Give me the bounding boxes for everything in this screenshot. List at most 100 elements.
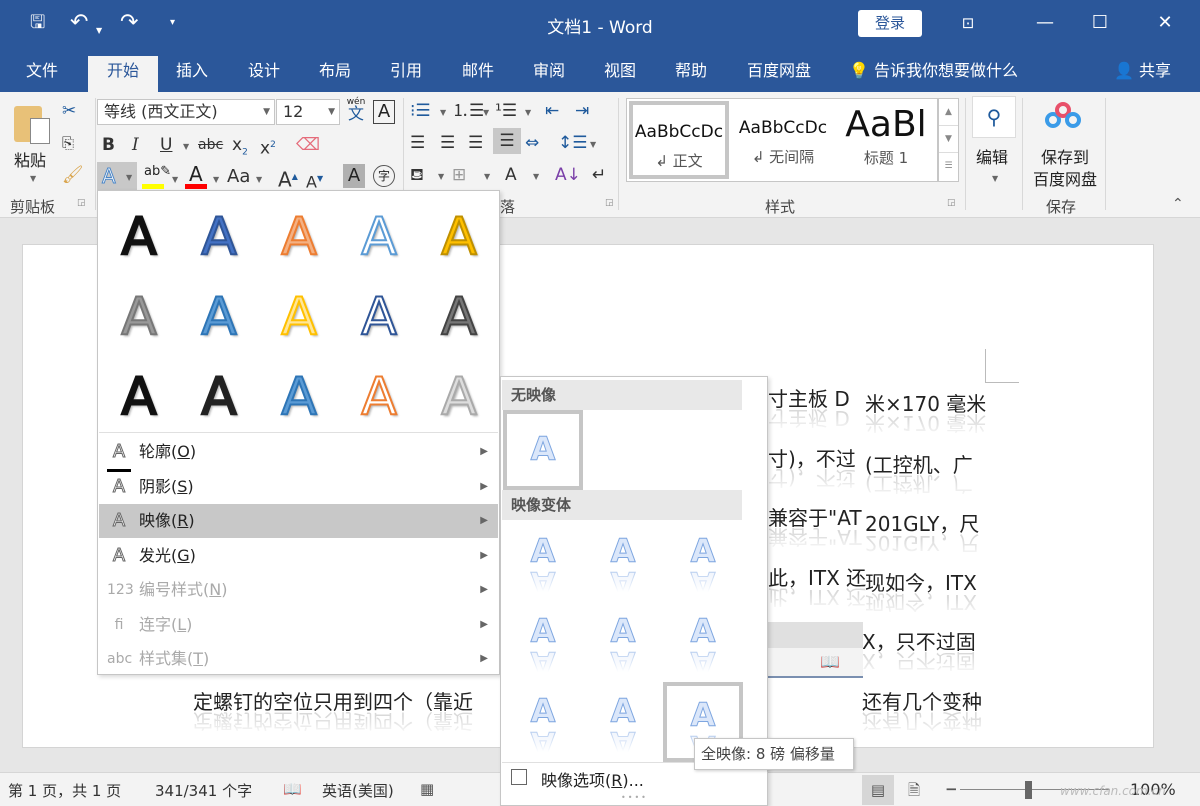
text-effect-style-6[interactable]: A xyxy=(99,277,179,357)
reflection-variant-8[interactable]: AA xyxy=(583,682,663,763)
multilevel-list-icon[interactable]: ¹☰ xyxy=(495,98,517,124)
numbering-dropdown-icon[interactable]: ▼ xyxy=(483,108,489,117)
sort-icon[interactable]: A↓ xyxy=(555,162,581,188)
word-count[interactable]: 341/341 个字 xyxy=(155,780,252,801)
menu-item-outline[interactable]: A 轮廓(O) ▶ xyxy=(99,435,498,472)
tab-help[interactable]: 帮助 xyxy=(661,56,721,92)
bold-icon[interactable]: B xyxy=(102,132,115,158)
underline-dropdown-icon[interactable]: ▼ xyxy=(183,142,189,151)
reflection-variant-3[interactable]: AA xyxy=(663,522,743,603)
numbering-icon[interactable]: ⒈☰ xyxy=(452,98,484,124)
align-left-icon[interactable]: ☰ xyxy=(410,130,425,156)
tab-layout[interactable]: 布局 xyxy=(305,56,365,92)
no-reflection-option[interactable]: A xyxy=(503,410,583,490)
style-heading-1[interactable]: AaBl 标题 1 xyxy=(835,101,937,179)
zoom-slider-thumb[interactable] xyxy=(1025,781,1032,799)
highlight-dropdown-icon[interactable]: ▼ xyxy=(172,175,178,184)
text-effect-style-14[interactable]: A xyxy=(339,357,419,437)
paragraph-launcher-icon[interactable]: ◲ xyxy=(605,198,614,208)
collapse-ribbon-icon[interactable]: ⌃ xyxy=(1172,196,1184,212)
tab-references[interactable]: 引用 xyxy=(376,56,436,92)
shrink-font-icon[interactable]: A▼ xyxy=(306,166,323,192)
tab-review[interactable]: 审阅 xyxy=(519,56,579,92)
language[interactable]: 英语(美国) xyxy=(322,780,394,801)
more-styles-icon[interactable]: ☰ xyxy=(939,153,958,180)
reflection-variant-6[interactable]: AA xyxy=(663,602,743,683)
proofing-icon[interactable]: 📖 xyxy=(283,780,302,798)
paste-label[interactable]: 粘贴 xyxy=(14,147,46,171)
enclose-characters-icon[interactable]: 字 xyxy=(373,165,395,187)
reflection-variant-7[interactable]: AA xyxy=(503,682,583,763)
text-effect-style-3[interactable]: A xyxy=(259,197,339,277)
resize-handle[interactable]: •••• xyxy=(621,793,648,802)
borders-dropdown-icon[interactable]: ▼ xyxy=(484,172,490,181)
search-icon[interactable]: ⚲ xyxy=(972,96,1016,138)
text-effect-style-5[interactable]: A xyxy=(419,197,499,277)
scroll-down-icon[interactable]: ▼ xyxy=(939,126,958,153)
tab-mailings[interactable]: 邮件 xyxy=(448,56,508,92)
maximize-button[interactable]: ☐ xyxy=(1085,10,1115,36)
bullets-dropdown-icon[interactable]: ▼ xyxy=(440,108,446,117)
highlight-color-button[interactable]: ab✎ xyxy=(142,164,171,190)
styles-launcher-icon[interactable]: ◲ xyxy=(947,198,956,208)
subscript-icon[interactable]: x2 xyxy=(232,132,248,158)
asian-layout-icon[interactable]: A xyxy=(505,162,517,188)
text-effects-button[interactable]: A ▼ xyxy=(97,162,137,192)
format-painter-icon[interactable]: 🖌 xyxy=(62,162,84,188)
borders-icon[interactable]: ⊞ xyxy=(452,162,466,188)
reflection-options-item[interactable]: 映像选项(R)... xyxy=(541,767,644,791)
print-layout-icon[interactable]: ▤ xyxy=(862,775,894,805)
tab-insert[interactable]: 插入 xyxy=(162,56,222,92)
multilevel-dropdown-icon[interactable]: ▼ xyxy=(525,108,531,117)
increase-indent-icon[interactable]: ⇥ xyxy=(575,98,589,124)
web-layout-icon[interactable]: 🗎 xyxy=(908,780,920,805)
macro-record-icon[interactable]: ▦ xyxy=(420,780,434,798)
tab-design[interactable]: 设计 xyxy=(234,56,294,92)
tab-home[interactable]: 开始 xyxy=(88,56,158,92)
read-mode-icon[interactable]: 📖 xyxy=(820,652,840,671)
page-count[interactable]: 第 1 页，共 1 页 xyxy=(8,780,121,801)
shading-dropdown-icon[interactable]: ▼ xyxy=(438,172,444,181)
change-case-dropdown-icon[interactable]: ▼ xyxy=(256,175,262,184)
clear-formatting-icon[interactable]: ⌫ xyxy=(296,132,320,158)
align-right-icon[interactable]: ☰ xyxy=(468,130,483,156)
tab-view[interactable]: 视图 xyxy=(590,56,650,92)
font-color-button[interactable]: A xyxy=(185,162,207,190)
text-effect-style-4[interactable]: A xyxy=(339,197,419,277)
menu-item-glow[interactable]: A 发光(G) ▶ xyxy=(99,539,498,573)
login-button[interactable]: 登录 xyxy=(858,10,922,37)
style-normal[interactable]: AaBbCcDc ↲ 正文 xyxy=(629,101,729,179)
tab-baidu-netdisk[interactable]: 百度网盘 xyxy=(733,56,825,92)
paste-dropdown-icon[interactable]: ▼ xyxy=(30,174,36,183)
justify-icon[interactable]: ☰ xyxy=(493,128,521,154)
tab-file[interactable]: 文件 xyxy=(12,56,72,92)
baidu-cloud-icon[interactable] xyxy=(1045,102,1081,130)
font-name-combo[interactable]: 等线 (西文正文) ▼ xyxy=(97,99,275,125)
reflection-variant-1[interactable]: AA xyxy=(503,522,583,603)
bullets-icon[interactable]: ⁝☰ xyxy=(410,98,431,124)
phonetic-guide-button[interactable]: wén 文 xyxy=(345,96,367,122)
grow-font-icon[interactable]: A▲ xyxy=(278,164,298,192)
asian-layout-dropdown-icon[interactable]: ▼ xyxy=(533,172,539,181)
save-to-baidu-button[interactable]: 保存到 百度网盘 xyxy=(1030,147,1100,191)
ribbon-display-options-icon[interactable]: ⊡ xyxy=(953,10,983,36)
text-effect-style-9[interactable]: A xyxy=(339,277,419,357)
font-color-dropdown-icon[interactable]: ▼ xyxy=(213,175,219,184)
text-effect-style-2[interactable]: A xyxy=(179,197,259,277)
text-effect-style-13[interactable]: A xyxy=(259,357,339,437)
text-effect-style-11[interactable]: A xyxy=(99,357,179,437)
text-effect-style-8[interactable]: A xyxy=(259,277,339,357)
text-effect-style-10[interactable]: A xyxy=(419,277,499,357)
reflection-variant-4[interactable]: AA xyxy=(503,602,583,683)
editing-button[interactable]: 编辑 xyxy=(976,144,1008,168)
text-effect-style-7[interactable]: A xyxy=(179,277,259,357)
reflection-options-checkbox[interactable] xyxy=(511,769,527,785)
font-size-combo[interactable]: 12 ▼ xyxy=(276,99,340,125)
decrease-indent-icon[interactable]: ⇤ xyxy=(545,98,559,124)
strikethrough-icon[interactable]: abc xyxy=(198,132,223,158)
zoom-out-button[interactable]: − xyxy=(945,780,958,798)
menu-item-shadow[interactable]: A 阴影(S) ▶ xyxy=(99,470,498,504)
line-spacing-icon[interactable]: ↕☰ xyxy=(558,130,587,156)
text-effect-style-12[interactable]: A xyxy=(179,357,259,437)
underline-icon[interactable]: U xyxy=(160,132,172,158)
